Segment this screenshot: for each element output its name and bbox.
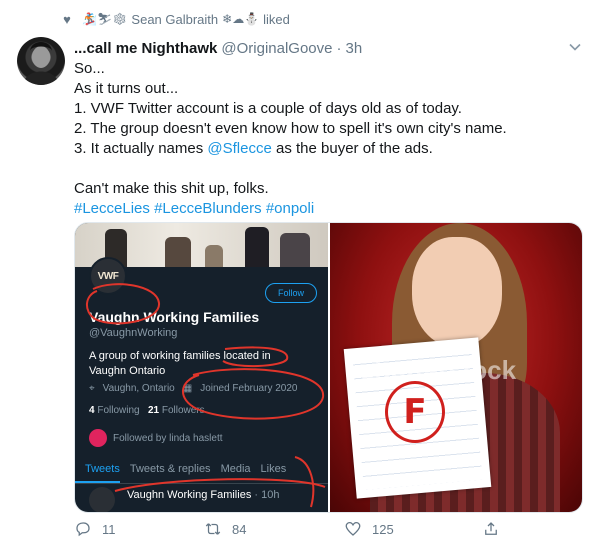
profile-screenshot[interactable]: VWF Follow Vaughn Working Families @Vaug…: [75, 223, 328, 512]
reply-icon: [76, 522, 90, 537]
text-fragment: 3. It actually names: [74, 140, 208, 157]
retweet-icon: [205, 523, 221, 535]
text-line: 2. The group doesn't even know how to sp…: [74, 120, 507, 137]
text-line: So...: [74, 60, 105, 77]
retweet-button[interactable]: 84: [204, 520, 246, 538]
liker-name[interactable]: Sean Galbraith: [131, 12, 218, 27]
retweet-count: 84: [232, 521, 247, 537]
tweet-media[interactable]: VWF Follow Vaughn Working Families @Vaug…: [74, 222, 583, 513]
tweet-header: ...call me Nighthawk @OriginalGoove · 3h: [74, 40, 362, 57]
stock-photo[interactable]: F shutterstock: [330, 223, 582, 512]
hashtag-link[interactable]: #LecceBlunders: [154, 200, 262, 217]
shutterstock-watermark: shutterstock: [360, 355, 517, 385]
like-count: 125: [372, 521, 394, 537]
author-display-name[interactable]: ...call me Nighthawk: [74, 40, 217, 57]
emoji-suffix: ❄☁⛄: [222, 12, 260, 26]
share-button[interactable]: [482, 520, 500, 538]
heart-outline-icon: [345, 521, 361, 536]
reply-count: 11: [102, 521, 116, 537]
chevron-down-icon[interactable]: [568, 40, 582, 57]
reply-button[interactable]: 11: [74, 520, 116, 538]
like-button[interactable]: 125: [344, 520, 394, 538]
red-annotation-circles: [86, 283, 326, 508]
header-separator: ·: [336, 40, 342, 57]
text-line: As it turns out...: [74, 80, 179, 97]
hashtag-line: #LecceLies #LecceBlunders #onpoli: [74, 199, 574, 219]
tweet-timestamp[interactable]: 3h: [345, 40, 362, 57]
hashtag-link[interactable]: #LecceLies: [74, 200, 150, 217]
tweet-actions: 11 84 125: [74, 518, 514, 540]
author-avatar[interactable]: [17, 37, 65, 85]
grade-f-mark: F: [385, 381, 445, 443]
text-line: 3. It actually names @Sflecce as the buy…: [74, 139, 574, 159]
text-line: 1. VWF Twitter account is a couple of da…: [74, 100, 462, 117]
heart-icon: ♥: [63, 11, 71, 27]
mention-link[interactable]: @Sflecce: [207, 140, 271, 157]
social-context: ♥ 🏂⛷❄ Sean Galbraith ❄☁⛄ liked: [60, 10, 290, 28]
share-icon: [485, 522, 497, 535]
liked-label: liked: [263, 11, 290, 27]
author-handle[interactable]: @OriginalGoove: [221, 40, 332, 57]
emoji-prefix: 🏂⛷❄: [82, 12, 128, 26]
avatar-image: [23, 42, 59, 85]
tweet-text: So... As it turns out... 1. VWF Twitter …: [74, 59, 574, 219]
photo-face: [412, 237, 502, 347]
text-fragment: as the buyer of the ads.: [271, 140, 433, 157]
text-line: Can't make this shit up, folks.: [74, 180, 269, 197]
hashtag-link[interactable]: #onpoli: [266, 200, 314, 217]
